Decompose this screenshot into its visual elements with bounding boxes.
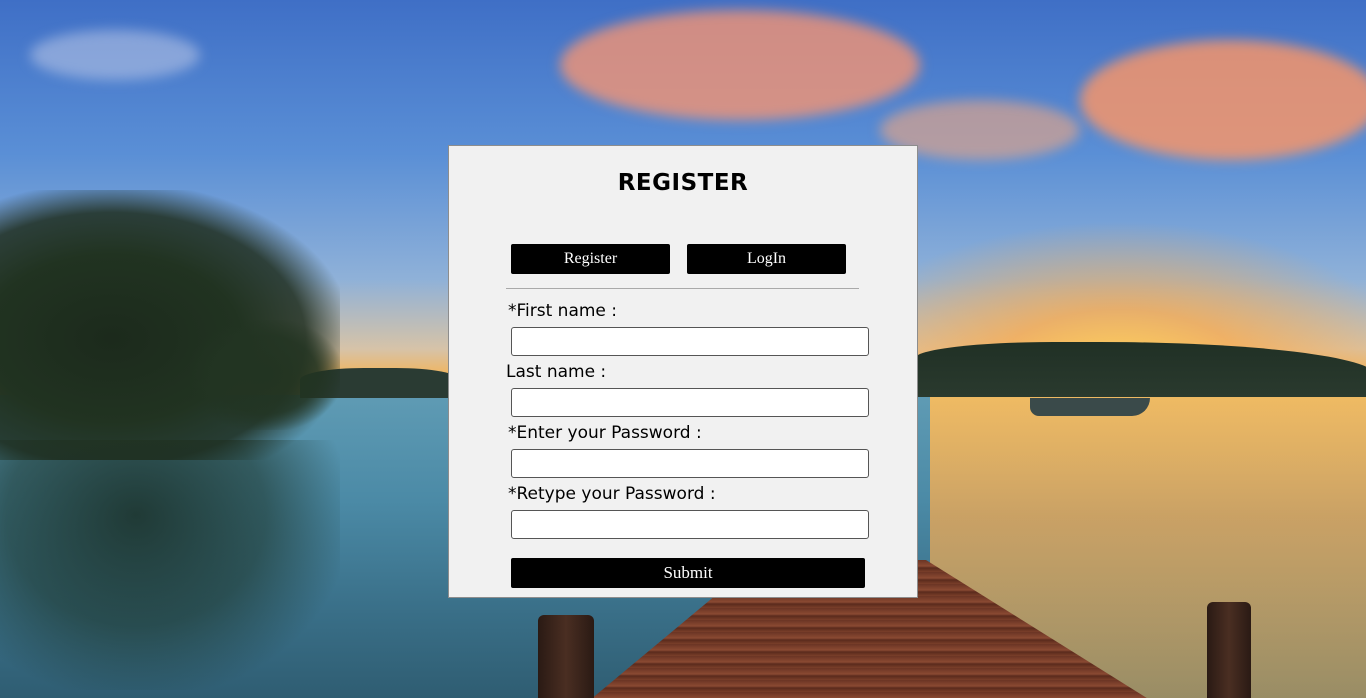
mangrove-trees-small	[190, 320, 340, 430]
cloud	[1080, 40, 1366, 160]
login-tab-button[interactable]: LogIn	[687, 244, 846, 274]
form-title: REGISTER	[617, 170, 749, 196]
password-input[interactable]	[511, 449, 869, 478]
last-name-input[interactable]	[511, 388, 869, 417]
submit-button[interactable]: Submit	[511, 558, 865, 588]
first-name-label: *First name :	[508, 301, 618, 321]
cloud	[30, 30, 200, 80]
last-name-label: Last name :	[506, 362, 607, 382]
first-name-input[interactable]	[511, 327, 869, 356]
boat	[1030, 398, 1150, 416]
password-label: *Enter your Password :	[508, 423, 702, 443]
divider	[506, 288, 859, 289]
pier-post	[538, 615, 594, 698]
register-tab-button[interactable]: Register	[511, 244, 670, 274]
tree-reflection	[0, 440, 340, 690]
retype-password-input[interactable]	[511, 510, 869, 539]
cloud	[560, 10, 920, 120]
retype-password-label: *Retype your Password :	[508, 484, 716, 504]
pier-post	[1207, 602, 1251, 698]
register-panel: REGISTER Register LogIn *First name : La…	[448, 145, 918, 598]
